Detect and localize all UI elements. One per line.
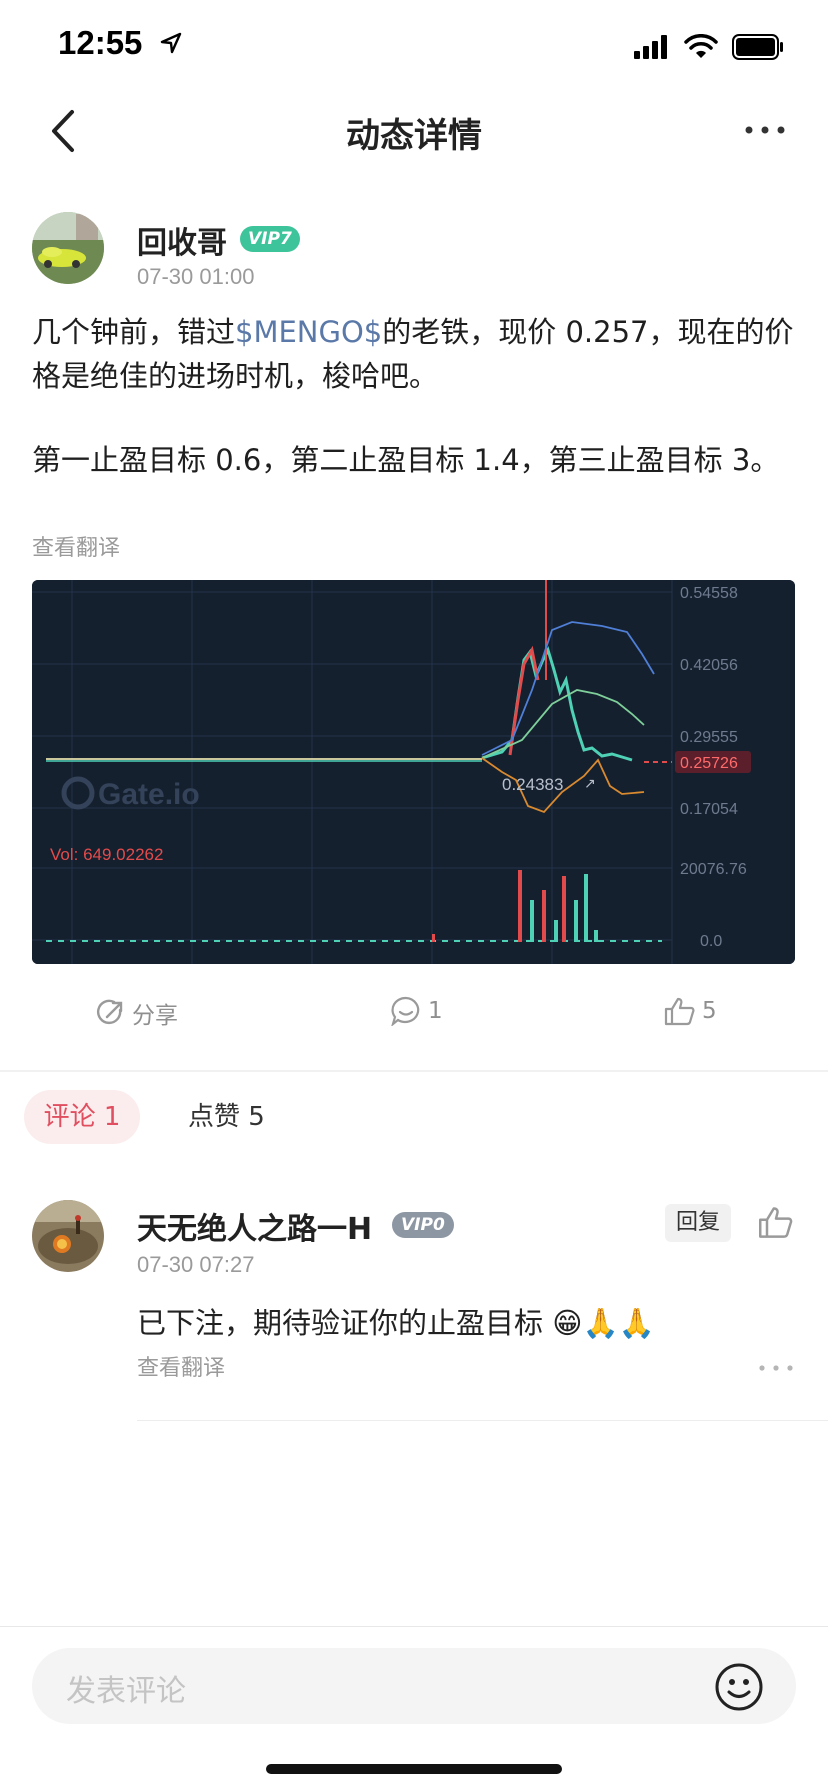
status-time: 12:55	[58, 24, 143, 61]
comment-icon	[391, 996, 420, 1026]
post-paragraph-1: 几个钟前，错过$MENGO$的老铁，现价 0.257，现在的价格是绝佳的进场时机…	[32, 310, 802, 398]
chart-price-tick: 0.29555	[680, 729, 738, 746]
comment-input-placeholder: 发表评论	[66, 1674, 186, 1709]
ticker-link[interactable]: $MENGO$	[235, 315, 382, 349]
reply-button[interactable]: 回复	[665, 1204, 731, 1242]
share-icon	[97, 999, 123, 1025]
chart-current-price: 0.25726	[680, 755, 738, 772]
page-title: 动态详情	[346, 116, 482, 156]
avatar-image	[32, 212, 104, 284]
cellular-signal-icon	[634, 35, 667, 59]
comment-body: 已下注，期待验证你的止盈目标	[137, 1306, 544, 1340]
battery-icon	[732, 34, 783, 60]
comment-button[interactable]: 1	[390, 996, 443, 1026]
commenter-avatar[interactable]	[32, 1200, 104, 1272]
chart-watermark: Gate.io	[98, 778, 200, 811]
comment-translate-link[interactable]: 查看翻译	[137, 1350, 225, 1382]
chart-price-tick: 0.42056	[680, 657, 738, 674]
nav-bar: 动态详情	[0, 90, 828, 172]
divider	[0, 1626, 828, 1627]
chart-marker-label: 0.24383	[502, 775, 563, 794]
tab-comments[interactable]: 评论 1	[24, 1090, 140, 1144]
wifi-icon	[684, 34, 718, 58]
post-header: 回收哥 VIP7 07-30 01:00	[32, 212, 792, 292]
more-icon[interactable]	[742, 120, 788, 140]
post-action-bar: 分享 1 5	[0, 990, 828, 1040]
comment-time: 07-30 07:27	[137, 1252, 255, 1277]
post-content: 几个钟前，错过$MENGO$的老铁，现价 0.257，现在的价格是绝佳的进场时机…	[32, 310, 802, 482]
avatar-image	[32, 1200, 104, 1272]
chart-vol-tick: 20076.76	[680, 861, 747, 878]
status-indicators	[634, 30, 784, 64]
post-text: 几个钟前，错过	[32, 315, 236, 349]
location-arrow-icon	[160, 32, 182, 54]
svg-text:↗: ↗	[584, 776, 596, 792]
comment-input[interactable]: 发表评论	[32, 1648, 796, 1724]
translate-link[interactable]: 查看翻译	[32, 530, 120, 562]
like-button[interactable]: 5	[664, 996, 717, 1026]
chart-volume-label: Vol: 649.02262	[50, 845, 163, 864]
chart-vol-tick: 0.0	[700, 933, 722, 950]
comment-count: 1	[428, 998, 443, 1024]
chart-price-tick: 0.54558	[680, 585, 738, 602]
comment-like-icon[interactable]	[758, 1204, 794, 1240]
like-count: 5	[702, 998, 717, 1024]
vip-badge: VIP7	[240, 226, 300, 252]
author-avatar[interactable]	[32, 212, 104, 284]
price-chart-image[interactable]: Gate.io 0.24383 ↗ 0.54558 0.42056 0.2955…	[32, 580, 795, 964]
chart-graphic: Gate.io 0.24383 ↗ 0.54558 0.42056 0.2955…	[32, 580, 795, 964]
commenter-name[interactable]: 天无绝人之路一H	[137, 1204, 372, 1248]
home-indicator	[266, 1764, 562, 1774]
post-time: 07-30 01:00	[137, 264, 255, 289]
tab-likes[interactable]: 点赞 5	[188, 1090, 265, 1144]
post-paragraph-2: 第一止盈目标 0.6，第二止盈目标 1.4，第三止盈目标 3。	[32, 443, 780, 477]
chart-price-tick: 0.17054	[680, 801, 738, 818]
comment-text: 已下注，期待验证你的止盈目标 😁🙏🙏	[137, 1300, 655, 1342]
share-button[interactable]: 分享	[96, 996, 178, 1030]
emoji-icon[interactable]	[714, 1662, 764, 1712]
thumbs-up-icon	[664, 997, 695, 1026]
author-name[interactable]: 回收哥	[137, 218, 227, 262]
comment-emojis: 😁🙏🙏	[552, 1306, 655, 1340]
vip-badge: VIP0	[392, 1212, 454, 1238]
share-label: 分享	[132, 1003, 178, 1029]
comment-item: 天无绝人之路一H VIP0 07-30 07:27 回复 已下注，期待验证你的止…	[32, 1200, 802, 1424]
divider	[137, 1420, 828, 1421]
divider	[0, 1070, 828, 1072]
status-bar: 12:55	[0, 0, 828, 90]
comment-more-icon[interactable]	[758, 1364, 794, 1372]
